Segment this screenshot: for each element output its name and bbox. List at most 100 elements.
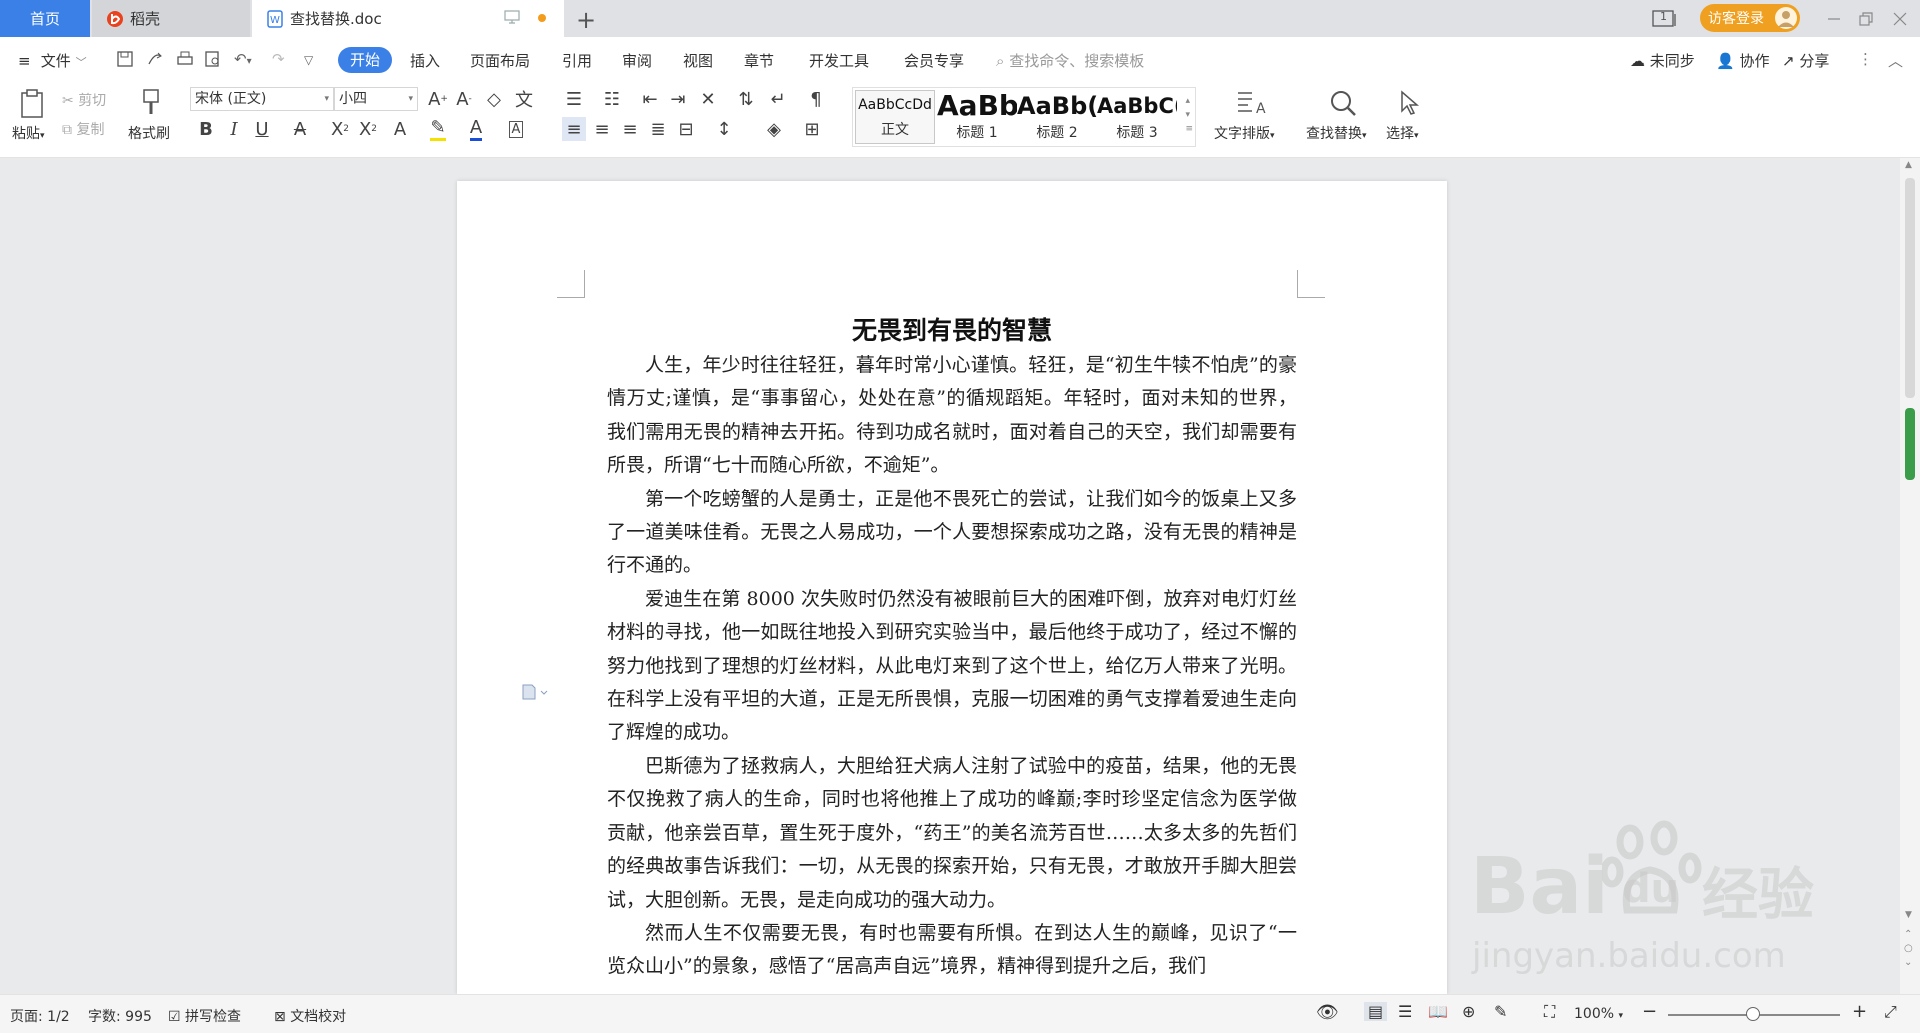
- document-paragraph[interactable]: 巴斯德为了拯救病人，大胆给狂犬病人注射了试验中的疫苗，结果，他的无畏不仅挽救了病…: [607, 750, 1297, 917]
- phonetic-guide-icon[interactable]: 文: [512, 87, 536, 111]
- style-heading-3[interactable]: AaBbC( 标题 3: [1097, 90, 1177, 144]
- font-size-select[interactable]: 小四 ▾: [334, 87, 418, 111]
- page-indicator[interactable]: 页面: 1/2: [10, 1006, 70, 1026]
- sort-icon[interactable]: ⇅: [734, 87, 758, 111]
- undo-icon[interactable]: ↶▾: [234, 50, 252, 68]
- reading-view-icon[interactable]: 📖: [1428, 1002, 1448, 1021]
- print-icon[interactable]: [176, 50, 194, 72]
- italic-icon[interactable]: I: [222, 117, 246, 141]
- subscript-icon[interactable]: X2: [356, 117, 380, 141]
- text-layout-icon[interactable]: A: [1234, 87, 1268, 119]
- document-paragraph[interactable]: 爱迪生在第 8000 次失败时仍然没有被眼前巨大的困难吓倒，放弃对电灯灯丝材料的…: [607, 583, 1297, 750]
- shading-icon[interactable]: ◈: [762, 117, 786, 141]
- document-paragraph[interactable]: 然而人生不仅需要无畏，有时也需要有所惧。在到达人生的巅峰，见识了“一览众山小”的…: [607, 917, 1297, 984]
- shrink-font-icon[interactable]: A-: [452, 87, 476, 111]
- bold-icon[interactable]: B: [194, 117, 218, 141]
- command-search[interactable]: ⌕ 查找命令、搜索模板: [996, 50, 1144, 71]
- zoom-out-icon[interactable]: −: [1642, 1001, 1657, 1022]
- document-body[interactable]: 人生，年少时往往轻狂，暮年时常小心谨慎。轻狂，是“初生牛犊不怕虎”的豪情万丈;谨…: [607, 349, 1297, 984]
- zoom-slider-knob[interactable]: [1746, 1007, 1760, 1021]
- tab-insert[interactable]: 插入: [410, 50, 440, 71]
- tab-start[interactable]: 开始: [338, 47, 392, 73]
- grow-font-icon[interactable]: A +: [426, 87, 450, 111]
- paste-icon[interactable]: [16, 87, 50, 121]
- text-effect-icon[interactable]: A: [388, 117, 412, 141]
- redo-icon[interactable]: ↷: [272, 50, 285, 68]
- style-normal[interactable]: AaBbCcDd 正文: [855, 90, 935, 144]
- char-border-icon[interactable]: A: [504, 117, 528, 141]
- superscript-icon[interactable]: X2: [328, 117, 352, 141]
- scroll-track-region[interactable]: [1905, 178, 1915, 398]
- page-view-icon[interactable]: ▤: [1364, 1002, 1388, 1021]
- chinese-layout-icon[interactable]: ✕: [696, 87, 720, 111]
- close-icon[interactable]: [1892, 0, 1908, 37]
- fullscreen-icon[interactable]: ⤢: [1884, 1002, 1897, 1022]
- sync-button[interactable]: ☁ 未同步: [1630, 50, 1695, 71]
- tab-section[interactable]: 章节: [744, 50, 774, 71]
- document-paragraph[interactable]: 第一个吃螃蟹的人是勇士，正是他不畏死亡的尝试，让我们如今的饭桌上又多了一道美味佳…: [607, 483, 1297, 583]
- restore-icon[interactable]: [1858, 0, 1874, 37]
- word-count[interactable]: 字数: 995: [88, 1006, 152, 1026]
- page-nav-icon[interactable]: ⌃ ○ ⌄: [1904, 928, 1913, 970]
- show-marks-icon[interactable]: ¶: [804, 87, 828, 111]
- numbered-list-icon[interactable]: ☷: [600, 87, 624, 111]
- tab-view[interactable]: 视图: [683, 50, 713, 71]
- file-menu[interactable]: ≡ 文件 ﹀: [18, 50, 87, 71]
- spell-check-button[interactable]: ☑ 拼写检查: [168, 1006, 241, 1026]
- tab-page-layout[interactable]: 页面布局: [470, 50, 530, 71]
- vertical-scrollbar[interactable]: ▲ ▼ ⌃ ○ ⌄: [1900, 158, 1920, 994]
- increase-indent-icon[interactable]: ⇥: [666, 87, 690, 111]
- borders-icon[interactable]: ⊞: [800, 117, 824, 141]
- find-replace-icon[interactable]: [1326, 87, 1360, 119]
- underline-icon[interactable]: U: [250, 117, 274, 141]
- font-name-select[interactable]: 宋体 (正文) ▾: [190, 87, 334, 111]
- document-title[interactable]: 无畏到有畏的智慧: [607, 311, 1297, 347]
- tab-document[interactable]: W 查找替换.doc: [252, 0, 564, 37]
- cut-button[interactable]: ✂ 剪切: [62, 90, 106, 110]
- text-layout-button[interactable]: 文字排版▾: [1214, 123, 1275, 143]
- tab-member[interactable]: 会员专享: [904, 50, 964, 71]
- collab-button[interactable]: 👤 协作: [1716, 50, 1769, 71]
- tab-daoke[interactable]: 稻壳: [92, 0, 250, 37]
- line-spacing-icon[interactable]: ↕: [712, 117, 736, 141]
- align-right-icon[interactable]: ≡: [618, 117, 642, 141]
- align-left-icon[interactable]: ≡: [562, 117, 586, 141]
- minimize-icon[interactable]: [1826, 0, 1842, 37]
- write-view-icon[interactable]: ✎: [1494, 1002, 1507, 1021]
- clear-format-icon[interactable]: ◇: [482, 87, 506, 111]
- zoom-in-icon[interactable]: +: [1852, 1001, 1867, 1022]
- page-count-button[interactable]: 1: [1652, 0, 1678, 37]
- share-button[interactable]: ↗ 分享: [1782, 50, 1829, 71]
- add-tab-button[interactable]: +: [576, 6, 596, 34]
- save-icon[interactable]: [116, 50, 134, 72]
- more-options-icon[interactable]: ⋮: [1858, 50, 1873, 68]
- proofread-button[interactable]: ⊠ 文档校对: [274, 1006, 346, 1026]
- scroll-down-icon[interactable]: ▼: [1905, 910, 1912, 920]
- bullet-list-icon[interactable]: ☰: [562, 87, 586, 111]
- paragraph-handle-icon[interactable]: [521, 683, 548, 701]
- style-heading-1[interactable]: AaBb 标题 1: [937, 90, 1017, 144]
- tab-review[interactable]: 审阅: [622, 50, 652, 71]
- distribute-icon[interactable]: ⊟: [674, 117, 698, 141]
- document-paragraph[interactable]: 人生，年少时往往轻狂，暮年时常小心谨慎。轻狂，是“初生牛犊不怕虎”的豪情万丈;谨…: [607, 349, 1297, 483]
- tab-home[interactable]: 首页: [0, 0, 90, 37]
- eye-protection-icon[interactable]: 👁: [1316, 1002, 1339, 1023]
- line-break-icon[interactable]: ↵: [766, 87, 790, 111]
- outline-view-icon[interactable]: ☰: [1398, 1002, 1412, 1021]
- align-center-icon[interactable]: ≡: [590, 117, 614, 141]
- select-cursor-icon[interactable]: [1394, 87, 1424, 119]
- format-painter-icon[interactable]: [136, 87, 166, 119]
- justify-icon[interactable]: ≣: [646, 117, 670, 141]
- quick-access-more-icon[interactable]: ▽: [304, 53, 313, 67]
- web-view-icon[interactable]: ⊕: [1462, 1002, 1475, 1021]
- copy-button[interactable]: ⧉ 复制: [62, 119, 104, 139]
- tab-references[interactable]: 引用: [562, 50, 592, 71]
- strikethrough-icon[interactable]: A: [288, 117, 312, 141]
- styles-scroll-icon[interactable]: ▴ ▾ ≡: [1185, 94, 1193, 136]
- monitor-icon[interactable]: [504, 10, 520, 24]
- paste-button[interactable]: 粘贴▾: [12, 123, 45, 143]
- scroll-thumb[interactable]: [1905, 408, 1915, 480]
- export-icon[interactable]: [146, 50, 164, 72]
- highlight-icon[interactable]: ✎: [426, 117, 450, 141]
- font-color-icon[interactable]: A: [464, 117, 488, 141]
